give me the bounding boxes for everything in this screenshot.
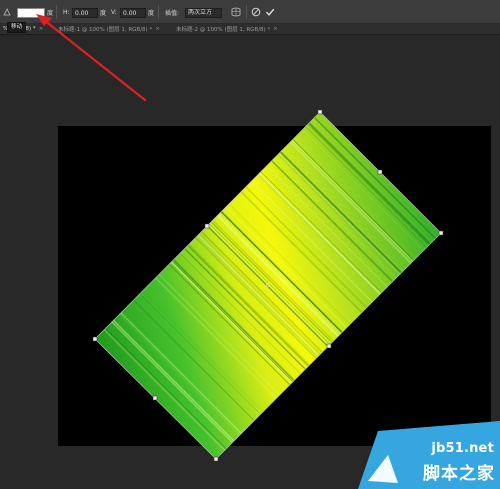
cancel-icon[interactable] [250, 6, 262, 18]
warp-icon[interactable] [230, 6, 242, 18]
transform-handle-top[interactable] [317, 109, 323, 115]
rotation-unit-label: 度 [47, 9, 54, 17]
tab-document-2[interactable]: 未标题-2 @ 100% (图层 1, RGB/8) * × [176, 24, 278, 34]
tab-label: 未标题-2 @ 100% (图层 1, RGB/8) * [176, 27, 271, 33]
interpolation-label: 插值: [165, 9, 180, 17]
transform-handle-mid-br[interactable] [326, 343, 332, 349]
watermark-text: 脚本之家 [423, 464, 495, 484]
checkmark-icon[interactable] [264, 6, 276, 18]
close-icon[interactable]: × [273, 26, 278, 32]
document-canvas[interactable] [58, 126, 491, 446]
interpolation-select-value: 两次立方 [188, 9, 213, 16]
transform-handle-mid-tl[interactable] [204, 223, 210, 229]
transform-handle-left[interactable] [92, 336, 98, 342]
h-skew-label: H: [63, 8, 70, 16]
transform-handle-bottom[interactable] [213, 456, 219, 462]
watermark-site: jb51.net [431, 441, 494, 456]
watermark: jb51.net 脚本之家 [358, 421, 500, 489]
close-icon[interactable]: × [155, 26, 160, 32]
transform-handle-mid-tr[interactable] [377, 169, 383, 175]
transform-handle-right[interactable] [438, 230, 444, 236]
v-skew-label: V: [111, 8, 117, 16]
tooltip: 移动 [7, 22, 27, 33]
rotation-angle-input[interactable] [17, 8, 45, 18]
h-skew-input[interactable] [72, 8, 98, 18]
options-bar: 度 H: 度 V: 度 插值: 两次立方 [0, 0, 500, 24]
close-icon[interactable]: × [39, 26, 44, 32]
transform-handle-mid-bl[interactable] [152, 395, 158, 401]
h-skew-unit-label: 度 [100, 9, 107, 17]
reference-point-icon[interactable] [3, 0, 11, 24]
tab-document-1[interactable]: 未标题-1 @ 100% (图层 1, RGB/8) * × [58, 24, 160, 34]
v-skew-input[interactable] [120, 8, 146, 18]
tab-label: 未标题-1 @ 100% (图层 1, RGB/8) * [58, 27, 153, 33]
v-skew-unit-label: 度 [148, 9, 155, 17]
interpolation-select[interactable]: 两次立方 [185, 8, 222, 18]
document-tab-bar: %, RGB/8) * × 未标题-1 @ 100% (图层 1, RGB/8)… [0, 24, 500, 35]
